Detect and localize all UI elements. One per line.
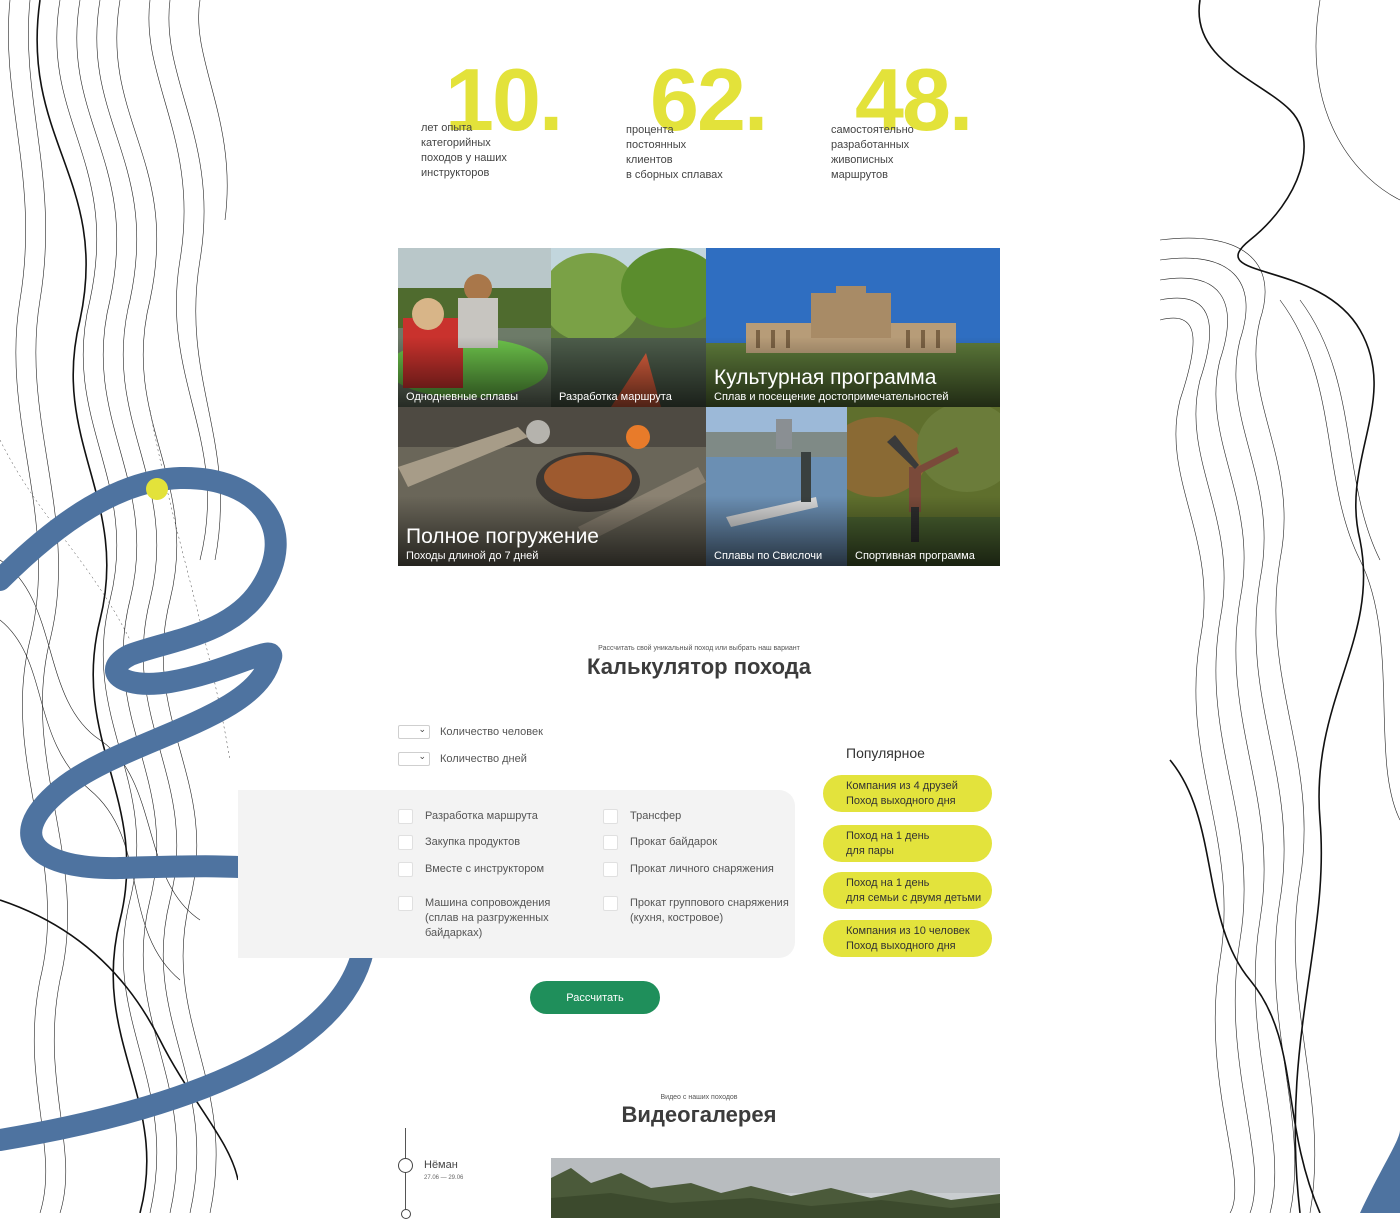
tile-svisloch-rafting[interactable]: Сплавы по Свислочи — [706, 407, 847, 566]
checkbox[interactable] — [603, 809, 618, 824]
calculator-subtitle: Рассчитать свой уникальный поход или выб… — [598, 645, 800, 652]
tile-title: Культурная программа — [714, 366, 937, 389]
calculator-title: Калькулятор похода — [587, 654, 811, 679]
stat-description: процента постоянных клиентов в сборных с… — [626, 124, 723, 181]
checkbox[interactable] — [603, 896, 618, 911]
days-count-label: Количество дней — [440, 753, 527, 765]
stat-description: самостоятельно разработанных живописных … — [831, 124, 914, 181]
option-personal-gear-rental[interactable]: Прокат личного снаряжения — [603, 862, 774, 877]
popular-item-group-weekend[interactable]: Компания из 10 человек Поход выходного д… — [823, 920, 992, 957]
topographic-map-left — [0, 0, 238, 1213]
days-count-row: ⌄ Количество дней — [398, 751, 527, 766]
chevron-down-icon: ⌄ — [418, 751, 426, 761]
option-route-development[interactable]: Разработка маршрута — [398, 809, 538, 824]
tile-label: Сплав и посещение достопримечательностей — [714, 391, 949, 403]
tile-label: Походы длиной до 7 дней — [406, 550, 539, 562]
tile-cultural-program[interactable]: Культурная программа Сплав и посещение д… — [706, 248, 1000, 407]
tile-title: Полное погружение — [406, 525, 599, 548]
option-support-car[interactable]: Машина сопровождения (сплав на разгружен… — [398, 896, 573, 941]
checkbox[interactable] — [603, 835, 618, 850]
checkbox[interactable] — [603, 862, 618, 877]
chevron-down-icon: ⌄ — [418, 724, 426, 734]
option-transfer[interactable]: Трансфер — [603, 809, 681, 824]
tile-full-immersion[interactable]: Полное погружение Походы длиной до 7 дне… — [398, 407, 706, 566]
video-subtitle: Видео с наших походов — [660, 1094, 738, 1101]
video-thumbnail — [551, 1158, 1000, 1218]
people-count-row: ⌄ Количество человек — [398, 724, 543, 739]
tile-sport-program[interactable]: Спортивная программа — [847, 407, 1000, 566]
checkbox[interactable] — [398, 896, 413, 911]
topographic-map-right — [1160, 0, 1400, 1213]
popular-item-couple-day[interactable]: Поход на 1 день для пары — [823, 825, 992, 862]
popular-title: Популярное — [846, 745, 925, 761]
checkbox[interactable] — [398, 809, 413, 824]
option-food-purchase[interactable]: Закупка продуктов — [398, 835, 520, 850]
calculate-button[interactable]: Рассчитать — [530, 981, 660, 1014]
tour-types-grid: Однодневные сплавы Разработка маршрута К… — [398, 248, 1000, 566]
option-kayak-rental[interactable]: Прокат байдарок — [603, 835, 717, 850]
people-count-label: Количество человек — [440, 726, 543, 738]
option-group-gear-rental[interactable]: Прокат группового снаряжения (кухня, кос… — [603, 896, 793, 926]
option-with-instructor[interactable]: Вместе с инструктором — [398, 862, 544, 877]
tile-route-development[interactable]: Разработка маршрута — [551, 248, 706, 407]
timeline-marker[interactable] — [401, 1209, 411, 1219]
tile-label: Сплавы по Свислочи — [714, 550, 823, 562]
popular-item-family-day[interactable]: Поход на 1 день для семьи с двумя детьми — [823, 872, 992, 909]
checkbox[interactable] — [398, 862, 413, 877]
tile-label: Однодневные сплавы — [406, 391, 519, 403]
video-title: Видеогалерея — [621, 1102, 777, 1127]
tile-label: Спортивная программа — [855, 550, 975, 562]
timeline-item-name[interactable]: Нёман — [424, 1159, 458, 1171]
timeline-item-date: 27.06 — 29.06 — [424, 1175, 464, 1181]
tile-label: Разработка маршрута — [559, 391, 672, 403]
people-count-select[interactable]: ⌄ — [398, 724, 430, 739]
timeline-marker[interactable] — [398, 1158, 413, 1173]
tile-one-day-rafting[interactable]: Однодневные сплавы — [398, 248, 551, 407]
video-preview[interactable] — [551, 1158, 1000, 1218]
stat-description: лет опыта категорийных походов у наших и… — [421, 122, 507, 179]
days-count-select[interactable]: ⌄ — [398, 751, 430, 766]
popular-item-friends-weekend[interactable]: Компания из 4 друзей Поход выходного дня — [823, 775, 992, 812]
checkbox[interactable] — [398, 835, 413, 850]
